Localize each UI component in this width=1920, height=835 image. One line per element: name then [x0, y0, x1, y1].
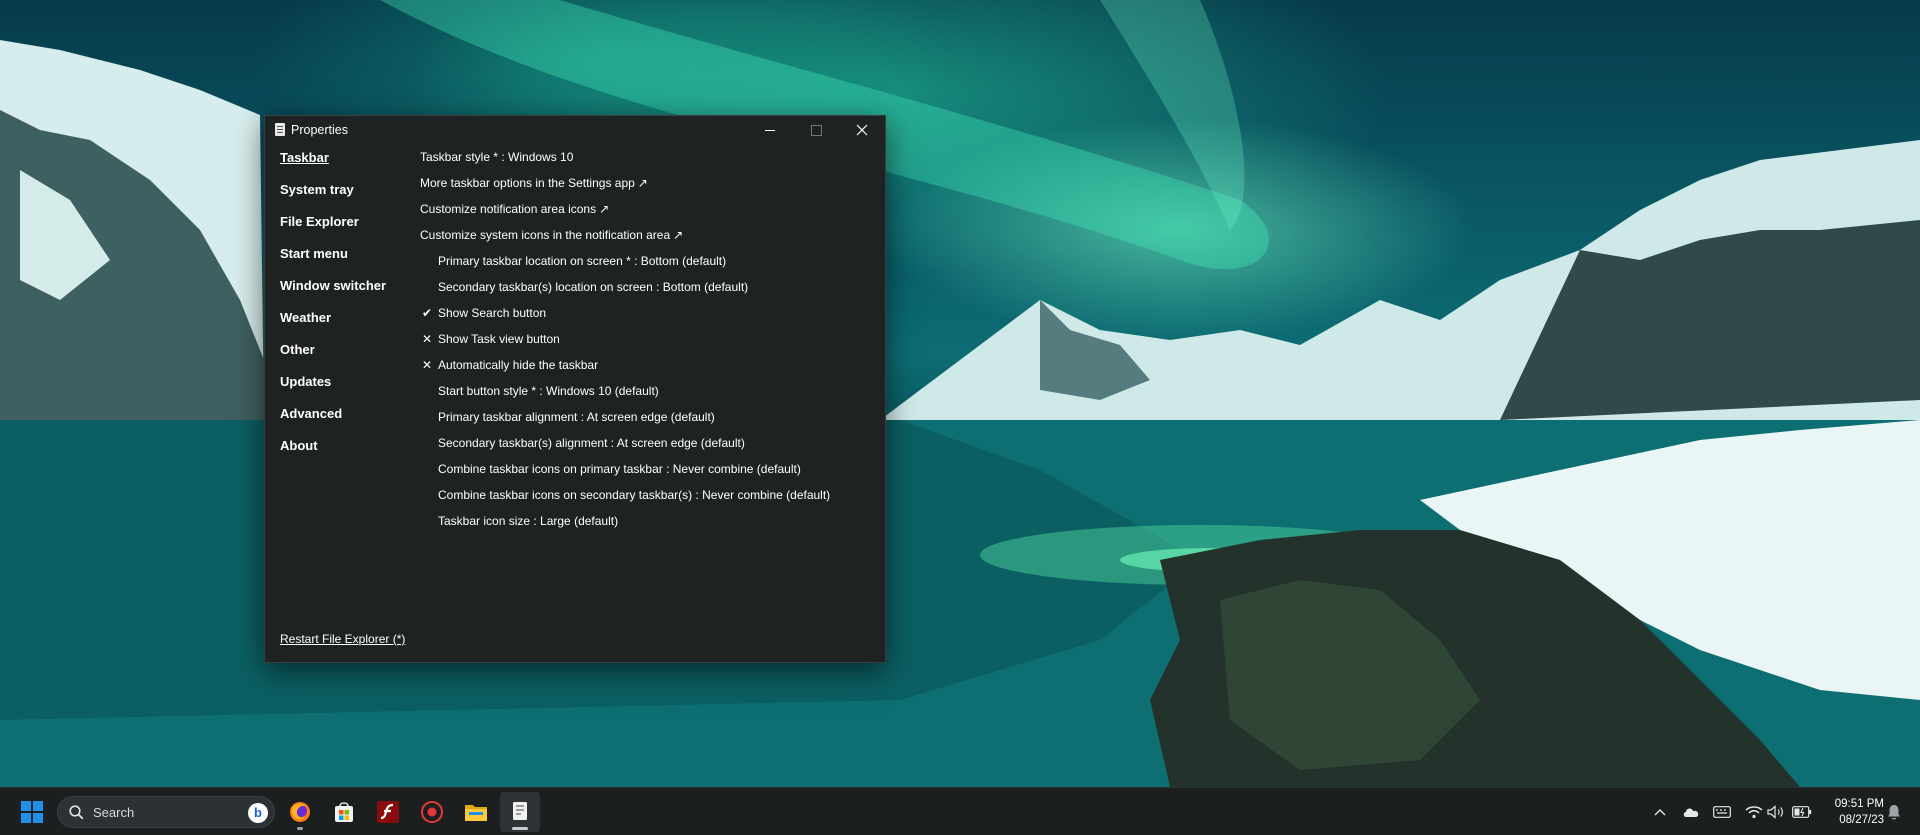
- tray-network[interactable]: [1744, 802, 1764, 822]
- setting-primary-taskbar-location[interactable]: Primary taskbar location on screen * : B…: [420, 253, 870, 279]
- link-system-icons-notification-area[interactable]: Customize system icons in the notificati…: [420, 227, 870, 253]
- search-placeholder: Search: [93, 805, 135, 820]
- window-titlebar[interactable]: Properties: [265, 116, 885, 144]
- active-window-indicator: [512, 827, 528, 830]
- setting-primary-taskbar-alignment[interactable]: Primary taskbar alignment : At screen ed…: [420, 409, 870, 435]
- setting-label: Show Task view button: [438, 332, 560, 346]
- taskbar-app-firefox[interactable]: [280, 792, 320, 832]
- search-icon: [69, 805, 84, 820]
- external-link-icon: ↗: [599, 202, 610, 216]
- setting-label: Customize notification area icons: [420, 202, 597, 216]
- setting-label: Taskbar icon size : Large (default): [438, 514, 619, 528]
- sidebar-item-start-menu[interactable]: Start menu: [280, 245, 410, 277]
- keyboard-icon: [1713, 806, 1731, 818]
- setting-label: Primary taskbar location on screen * : B…: [438, 254, 727, 268]
- toggle-show-task-view-button[interactable]: ✕ Show Task view button: [420, 331, 870, 357]
- running-indicator: [297, 827, 303, 830]
- cloud-icon: [1683, 808, 1699, 817]
- sidebar-item-about[interactable]: About: [280, 437, 410, 469]
- file-explorer-icon: [465, 805, 487, 821]
- maximize-button[interactable]: [793, 116, 839, 144]
- minimize-icon: [765, 129, 775, 131]
- minimize-button[interactable]: [747, 116, 793, 144]
- show-hidden-icons-button[interactable]: [1650, 802, 1670, 822]
- taskbar-app-flash[interactable]: [368, 792, 408, 832]
- tray-onedrive[interactable]: [1681, 802, 1701, 822]
- sidebar-item-window-switcher[interactable]: Window switcher: [280, 277, 410, 309]
- sidebar-item-other[interactable]: Other: [280, 341, 410, 373]
- close-icon: [856, 124, 868, 136]
- close-button[interactable]: [839, 116, 885, 144]
- setting-label: Combine taskbar icons on primary taskbar…: [438, 462, 801, 476]
- sidebar-nav: Taskbar System tray File Explorer Start …: [280, 149, 410, 469]
- start-icon: [21, 801, 43, 823]
- toggle-show-search-button[interactable]: ✔ Show Search button: [420, 305, 870, 331]
- sidebar-item-weather[interactable]: Weather: [280, 309, 410, 341]
- taskbar-clock[interactable]: 09:51 PM 08/27/23: [1820, 796, 1884, 828]
- checkmark-icon: ✔: [421, 306, 433, 320]
- setting-label: Secondary taskbar(s) location on screen …: [438, 280, 749, 294]
- bell-icon: [1888, 805, 1900, 820]
- setting-label: Secondary taskbar(s) alignment : At scre…: [438, 436, 745, 450]
- properties-app-icon: [275, 123, 285, 136]
- setting-taskbar-icon-size[interactable]: Taskbar icon size : Large (default): [420, 513, 870, 539]
- window-title: Properties: [291, 123, 348, 137]
- tray-touch-keyboard[interactable]: [1712, 802, 1732, 822]
- bing-icon[interactable]: b: [248, 803, 268, 823]
- start-button[interactable]: [12, 792, 52, 832]
- restart-file-explorer-link[interactable]: Restart File Explorer (*): [280, 632, 405, 646]
- setting-start-button-style[interactable]: Start button style * : Windows 10 (defau…: [420, 383, 870, 409]
- setting-label: Customize system icons in the notificati…: [420, 228, 671, 242]
- sidebar-item-taskbar[interactable]: Taskbar: [280, 149, 410, 181]
- flash-icon: [377, 801, 399, 823]
- external-link-icon: ↗: [637, 176, 648, 190]
- setting-label: More taskbar options in the Settings app: [420, 176, 635, 190]
- sidebar-item-advanced[interactable]: Advanced: [280, 405, 410, 437]
- battery-charging-icon: [1792, 806, 1812, 818]
- store-icon: [335, 802, 353, 822]
- notification-center-button[interactable]: [1884, 802, 1904, 822]
- sidebar-item-file-explorer[interactable]: File Explorer: [280, 213, 410, 245]
- setting-label: Show Search button: [438, 306, 547, 320]
- tray-battery[interactable]: [1792, 802, 1812, 822]
- properties-window: Properties Taskbar System tray File Expl…: [264, 115, 886, 663]
- taskbar: Search b 09:51 PM 08/27/23: [0, 787, 1920, 835]
- setting-combine-icons-primary[interactable]: Combine taskbar icons on primary taskbar…: [420, 461, 870, 487]
- cross-mark-icon: ✕: [421, 358, 433, 372]
- tray-volume[interactable]: [1766, 802, 1786, 822]
- taskbar-app-recorder[interactable]: [412, 792, 452, 832]
- taskbar-app-properties[interactable]: [500, 792, 540, 832]
- sidebar-item-system-tray[interactable]: System tray: [280, 181, 410, 213]
- toggle-auto-hide-taskbar[interactable]: ✕ Automatically hide the taskbar: [420, 357, 870, 383]
- setting-label: Combine taskbar icons on secondary taskb…: [438, 488, 831, 502]
- chevron-up-icon: [1654, 809, 1666, 816]
- taskbar-search-box[interactable]: Search b: [57, 796, 275, 828]
- properties-app-icon: [513, 802, 527, 820]
- setting-secondary-taskbar-alignment[interactable]: Secondary taskbar(s) alignment : At scre…: [420, 435, 870, 461]
- link-settings-app-taskbar-options[interactable]: More taskbar options in the Settings app…: [420, 175, 870, 201]
- clock-date: 08/27/23: [1839, 814, 1884, 826]
- record-icon: [421, 801, 443, 823]
- setting-label: Taskbar style * : Windows 10: [420, 150, 574, 164]
- maximize-icon: [810, 124, 822, 136]
- setting-label: Primary taskbar alignment : At screen ed…: [438, 410, 715, 424]
- taskbar-app-file-explorer[interactable]: [456, 792, 496, 832]
- clock-time: 09:51 PM: [1834, 798, 1884, 810]
- cross-mark-icon: ✕: [421, 332, 433, 346]
- sidebar-item-updates[interactable]: Updates: [280, 373, 410, 405]
- wifi-icon: [1745, 806, 1763, 819]
- setting-secondary-taskbar-location[interactable]: Secondary taskbar(s) location on screen …: [420, 279, 870, 305]
- external-link-icon: ↗: [673, 228, 684, 242]
- speaker-icon: [1767, 805, 1783, 819]
- taskbar-app-store[interactable]: [324, 792, 364, 832]
- firefox-icon: [290, 802, 310, 822]
- taskbar-settings-list: Taskbar style * : Windows 10 More taskba…: [420, 149, 870, 539]
- setting-label: Automatically hide the taskbar: [438, 358, 599, 372]
- link-notification-area-icons[interactable]: Customize notification area icons ↗: [420, 201, 870, 227]
- setting-combine-icons-secondary[interactable]: Combine taskbar icons on secondary taskb…: [420, 487, 870, 513]
- setting-label: Start button style * : Windows 10 (defau…: [438, 384, 659, 398]
- setting-taskbar-style[interactable]: Taskbar style * : Windows 10: [420, 149, 870, 175]
